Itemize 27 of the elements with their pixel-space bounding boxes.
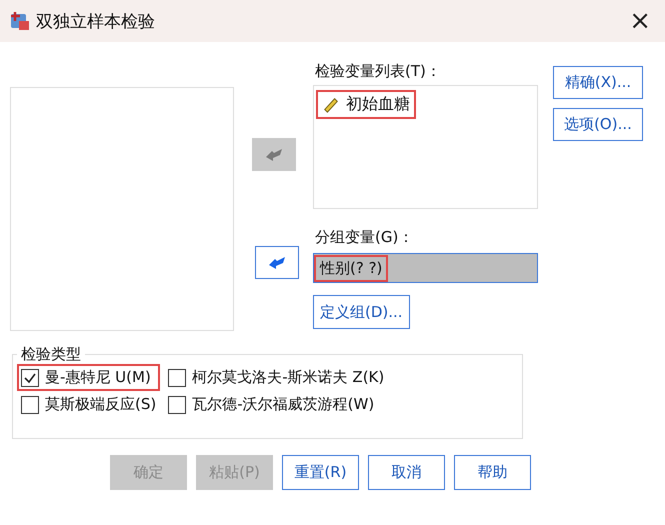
ruler-icon <box>322 96 340 114</box>
test-type-option[interactable]: 瓦尔德-沃尔福威茨游程(W) <box>164 391 388 418</box>
checkbox[interactable] <box>168 368 186 386</box>
dialog-option-button[interactable]: 选项(O)... <box>553 108 643 141</box>
test-variable-label: 检验变量列表(T)： <box>314 62 442 82</box>
variable-item[interactable]: 初始血糖 <box>316 90 416 119</box>
dialog-button[interactable]: 帮助 <box>454 455 531 490</box>
grouping-variable-label: 分组变量(G)： <box>314 228 414 248</box>
grouping-variable-field[interactable]: 性别(? ?) <box>313 253 538 283</box>
define-groups-button[interactable]: 定义组(D)... <box>313 295 410 329</box>
arrow-icon <box>266 254 286 270</box>
test-type-option[interactable]: 柯尔莫戈洛夫-斯米诺夫 Z(K) <box>164 364 388 391</box>
test-type-option[interactable]: 莫斯极端反应(S) <box>17 391 160 418</box>
checkbox[interactable] <box>21 368 39 386</box>
test-type-option[interactable]: 曼-惠特尼 U(M) <box>17 364 160 391</box>
window-title: 双独立样本检验 <box>36 10 156 32</box>
arrow-icon <box>264 146 284 162</box>
move-button[interactable] <box>254 246 298 279</box>
group-title: 检验类型 <box>20 345 82 364</box>
checkbox[interactable] <box>21 396 39 414</box>
dialog-option-button[interactable]: 精确(X)... <box>553 66 643 99</box>
test-variable-list[interactable]: 初始血糖 <box>313 85 538 209</box>
dialog-button[interactable]: 重置(R) <box>282 455 359 490</box>
app-icon <box>10 11 30 31</box>
dialog-button[interactable]: 取消 <box>368 455 445 490</box>
checkbox[interactable] <box>168 396 186 414</box>
close-button[interactable]: × <box>625 8 655 34</box>
